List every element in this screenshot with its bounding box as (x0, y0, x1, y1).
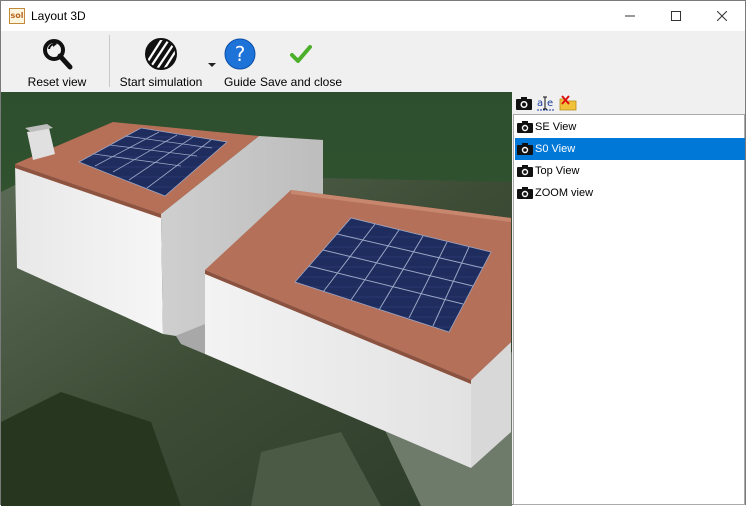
help-icon: ? (224, 38, 256, 70)
main-toolbar: Reset view Start simulation ? Guide Save… (1, 31, 745, 91)
save-and-close-button[interactable]: Save and close (259, 31, 343, 89)
maximize-icon (671, 11, 681, 21)
delete-folder-icon[interactable] (559, 95, 577, 111)
checkmark-icon (290, 45, 312, 63)
guide-label: Guide (223, 75, 257, 89)
views-toolbar: a e (513, 92, 745, 114)
view-item-label: S0 View (535, 143, 576, 155)
reset-view-label: Reset view (27, 75, 87, 89)
chevron-down-icon (208, 63, 216, 67)
svg-text:e: e (547, 98, 553, 109)
view-item-se[interactable]: SE View (515, 116, 745, 138)
minimize-button[interactable] (607, 1, 653, 31)
minimize-icon (625, 15, 635, 17)
start-simulation-button[interactable]: Start simulation (119, 31, 203, 89)
close-button[interactable] (699, 1, 745, 31)
save-and-close-label: Save and close (259, 75, 343, 89)
app-icon: sol (9, 8, 25, 24)
guide-button[interactable]: ? Guide (221, 31, 259, 89)
magnifier-icon (43, 39, 73, 70)
view-item-label: SE View (535, 121, 577, 133)
views-list: SE View S0 View Top View ZOOM view (513, 114, 745, 505)
sun-shade-icon (145, 38, 177, 70)
camera-icon (517, 165, 533, 177)
camera-icon (517, 143, 533, 155)
3d-viewport[interactable] (1, 92, 512, 506)
view-item-top[interactable]: Top View (515, 160, 745, 182)
reset-view-button[interactable]: Reset view (25, 31, 89, 89)
toolbar-separator (109, 35, 110, 87)
start-simulation-label: Start simulation (119, 75, 203, 89)
camera-icon[interactable] (515, 95, 533, 111)
layout-3d-window: sol Layout 3D Reset view Start simulatio… (0, 0, 746, 506)
view-item-label: ZOOM view (535, 187, 594, 199)
view-item-so[interactable]: S0 View (515, 138, 745, 160)
svg-text:a: a (537, 98, 543, 109)
camera-icon (517, 121, 533, 133)
view-item-label: Top View (535, 165, 580, 177)
window-title: Layout 3D (31, 9, 86, 23)
3d-scene (1, 92, 512, 506)
close-icon (717, 11, 727, 21)
simulation-dropdown-button[interactable] (207, 59, 217, 69)
svg-text:?: ? (235, 42, 246, 66)
view-item-zoom[interactable]: ZOOM view (515, 182, 745, 204)
rename-icon[interactable]: a e (537, 95, 555, 111)
maximize-button[interactable] (653, 1, 699, 31)
camera-icon (517, 187, 533, 199)
title-bar: sol Layout 3D (1, 1, 745, 31)
